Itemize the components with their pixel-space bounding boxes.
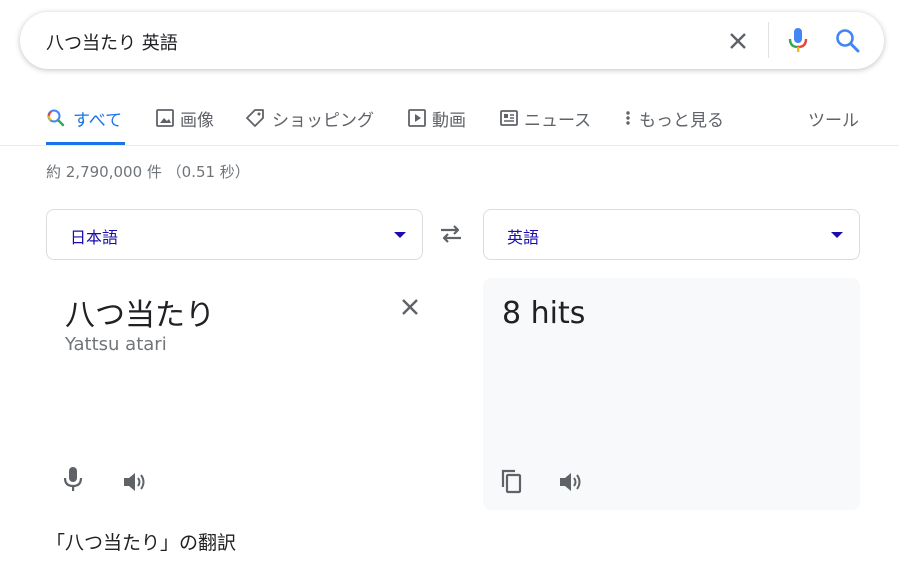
tab-label: ニュース <box>524 111 592 131</box>
translations-heading: 「八つ当たり」の翻訳 <box>46 532 237 554</box>
image-icon <box>155 108 175 128</box>
close-icon[interactable] <box>398 295 422 319</box>
tools-button[interactable]: ツール <box>808 106 859 131</box>
active-tab-indicator <box>46 142 125 145</box>
search-icon[interactable] <box>834 27 862 55</box>
close-icon[interactable] <box>726 29 750 53</box>
play-icon <box>407 108 427 128</box>
tag-icon <box>245 108 265 128</box>
mic-icon[interactable] <box>62 465 84 493</box>
news-icon <box>499 108 519 128</box>
speaker-icon[interactable] <box>120 468 148 496</box>
mic-icon[interactable] <box>786 26 810 54</box>
tab-label: 動画 <box>432 111 466 131</box>
source-romanization: Yattsu atari <box>65 334 167 355</box>
source-language-select[interactable]: 日本語 <box>46 209 423 260</box>
search-bar[interactable]: 八つ当たり 英語 <box>20 12 884 69</box>
search-divider <box>768 22 769 58</box>
result-stats: 約 2,790,000 件 （0.51 秒） <box>46 163 250 181</box>
target-text: 8 hits <box>502 296 586 331</box>
tab-label: 画像 <box>180 111 214 131</box>
source-language-label: 日本語 <box>70 228 119 247</box>
target-text-panel: 8 hits <box>483 278 860 510</box>
chevron-down-icon <box>394 232 406 238</box>
target-language-select[interactable]: 英語 <box>483 209 860 260</box>
swap-languages-icon[interactable] <box>436 219 466 249</box>
search-query-text[interactable]: 八つ当たり 英語 <box>46 29 178 55</box>
chevron-down-icon <box>831 232 843 238</box>
tab-all[interactable]: すべて <box>46 98 125 145</box>
target-language-label: 英語 <box>507 228 540 247</box>
copy-icon[interactable] <box>499 467 525 495</box>
search-icon <box>46 108 66 128</box>
speaker-icon[interactable] <box>556 468 584 496</box>
tab-label: すべて <box>73 111 123 131</box>
more-vert-icon <box>620 108 630 128</box>
source-text[interactable]: 八つ当たり <box>65 290 215 334</box>
tab-label: もっと見る <box>639 111 724 131</box>
search-tabs: すべて 画像 ショッピング 動画 ニュース もっと見る ツール <box>0 98 899 146</box>
tab-label: ショッピング <box>272 111 374 131</box>
source-text-panel: 八つ当たり Yattsu atari <box>46 278 422 510</box>
